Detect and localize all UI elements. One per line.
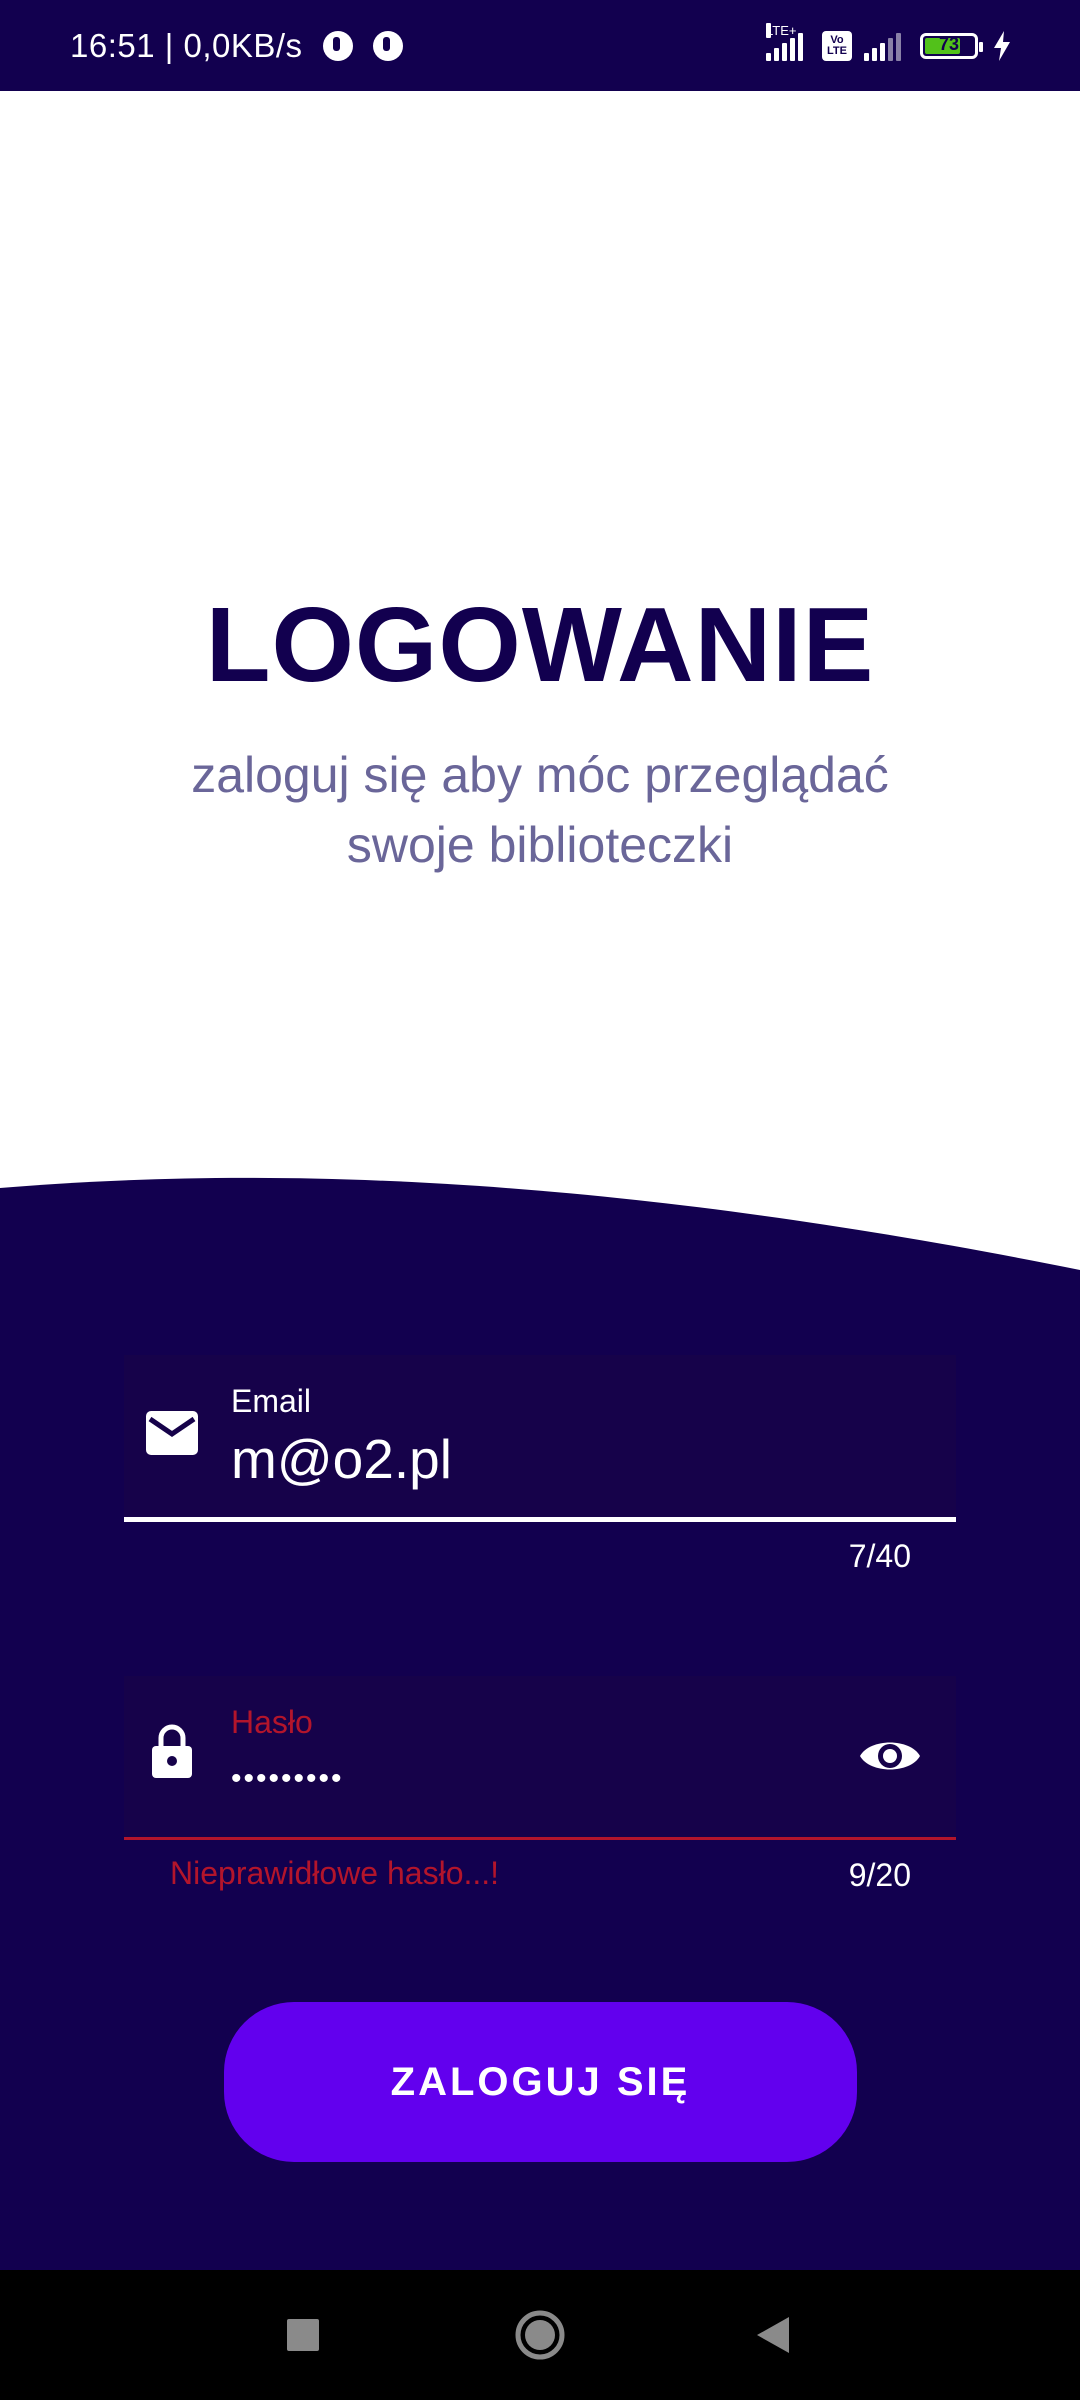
password-error-text: Nieprawidłowe hasło...!: [170, 1855, 500, 1891]
home-button[interactable]: [480, 2270, 600, 2400]
status-bar: 16:51 | 0,0KB/s LTE+ Vo LTE 73: [0, 0, 1080, 91]
notification-app-icon-2: [372, 30, 403, 61]
page-subtitle: zaloguj się aby móc przeglądać swoje bib…: [191, 747, 889, 873]
charging-bolt-icon: [994, 30, 1010, 61]
login-button[interactable]: ZALOGUJ SIĘ: [224, 2002, 857, 2162]
battery-cap: [979, 41, 983, 52]
lte-label: LTE+: [766, 22, 797, 38]
square-icon: [287, 2319, 319, 2351]
volte-icon: Vo LTE: [822, 30, 852, 61]
status-left: 16:51 | 0,0KB/s: [70, 0, 403, 91]
recents-button[interactable]: [243, 2270, 363, 2400]
password-value[interactable]: •••••••••: [231, 1762, 344, 1796]
lock-icon: [152, 1724, 192, 1778]
triangle-back-icon: [757, 2317, 789, 2353]
back-button[interactable]: [713, 2270, 833, 2400]
notification-app-icon: [322, 30, 353, 61]
navigation-bar: [0, 2270, 1080, 2400]
battery-level: 73: [938, 33, 960, 54]
email-field[interactable]: Email m@o2.pl: [124, 1355, 956, 1522]
password-label: Hasło: [231, 1704, 313, 1740]
envelope-icon: [146, 1411, 198, 1455]
signal-lte-icon: LTE+: [766, 22, 806, 61]
email-counter: 7/40: [848, 1538, 911, 1574]
status-right: LTE+ Vo LTE 73: [754, 0, 1012, 91]
email-label: Email: [231, 1383, 312, 1419]
password-counter: 9/20: [848, 1857, 911, 1893]
page-title: LOGOWANIE: [205, 586, 875, 704]
password-field[interactable]: Hasło •••••••••: [124, 1676, 956, 1840]
signal-icon: [864, 31, 904, 61]
status-time-speed: 16:51 | 0,0KB/s: [70, 26, 303, 64]
email-value[interactable]: m@o2.pl: [231, 1427, 452, 1491]
battery-icon: 73: [920, 32, 983, 59]
circle-home-icon: [515, 2310, 565, 2360]
eye-icon[interactable]: [858, 1734, 922, 1778]
